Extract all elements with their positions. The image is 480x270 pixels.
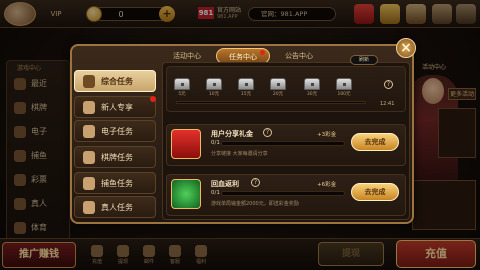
milestone-chest[interactable]: 5元 bbox=[172, 78, 192, 97]
category-label: 捕鱼任务 bbox=[101, 179, 133, 188]
task-progress-text: 0/1 bbox=[211, 140, 220, 146]
tab-label: 活动中心 bbox=[173, 52, 201, 60]
category-general-tasks[interactable]: 综合任务 bbox=[74, 70, 156, 92]
refresh-button[interactable]: 刷新 bbox=[350, 55, 378, 65]
milestone-label: 30元 bbox=[306, 92, 318, 97]
red-envelope-icon bbox=[171, 129, 201, 159]
milestone-chest[interactable]: 100元 bbox=[334, 78, 354, 97]
timer: 12:41 bbox=[380, 101, 395, 107]
task-description: 游戏单局输金额2000元，即送彩金奖励 bbox=[211, 201, 299, 207]
category-label: 电子任务 bbox=[101, 127, 133, 136]
chest-icon bbox=[238, 78, 254, 90]
chest-icon bbox=[336, 78, 352, 90]
milestone-label: 10元 bbox=[208, 92, 220, 97]
milestone-label: 100元 bbox=[337, 92, 351, 97]
user-icon bbox=[83, 101, 95, 114]
go-complete-button[interactable]: 去完成 bbox=[351, 183, 399, 201]
category-fishing-tasks[interactable]: 捕鱼任务 bbox=[74, 172, 156, 194]
category-label: 真人任务 bbox=[101, 203, 133, 212]
cards-icon bbox=[83, 151, 95, 164]
milestone-chest[interactable]: 30元 bbox=[302, 78, 322, 97]
help-icon[interactable]: ? bbox=[263, 128, 272, 137]
milestone-chest[interactable]: 20元 bbox=[268, 78, 288, 97]
task-progress-text: 0/1 bbox=[211, 190, 220, 196]
tab-label: 公告中心 bbox=[285, 52, 313, 60]
go-complete-button[interactable]: 去完成 bbox=[351, 133, 399, 151]
chest-icon bbox=[270, 78, 286, 90]
milestone-label: 5元 bbox=[178, 92, 186, 97]
task-progress-bar bbox=[221, 141, 345, 146]
chest-icon bbox=[304, 78, 320, 90]
milestone-label: 20元 bbox=[272, 92, 284, 97]
dealer-icon bbox=[83, 201, 95, 214]
category-newcomer[interactable]: 新人专享 bbox=[74, 96, 156, 118]
fish-icon bbox=[83, 177, 95, 190]
chest-icon bbox=[174, 78, 190, 90]
task-reward: +3彩金 bbox=[317, 132, 337, 138]
chest-icon bbox=[206, 78, 222, 90]
task-card-rebate: 回血返利 ? +6彩金 0/1 游戏单局输金额2000元，即送彩金奖励 去完成 bbox=[166, 174, 406, 216]
notification-dot bbox=[150, 96, 156, 102]
tab-label: 任务中心 bbox=[229, 53, 257, 61]
notification-dot bbox=[260, 50, 265, 55]
task-title: 用户分享礼金 bbox=[211, 130, 253, 138]
task-card-share: 用户分享礼金 ? +3彩金 0/1 分享链接 大家每邀请分享 去完成 bbox=[166, 124, 406, 166]
rebate-icon bbox=[171, 179, 201, 209]
slot-icon bbox=[83, 125, 95, 138]
category-label: 新人专享 bbox=[101, 103, 133, 112]
help-icon[interactable]: ? bbox=[384, 80, 393, 89]
milestone-chest[interactable]: 10元 bbox=[204, 78, 224, 97]
milestone-chest[interactable]: 15元 bbox=[236, 78, 256, 97]
list-icon bbox=[83, 75, 95, 88]
close-icon[interactable]: × bbox=[396, 38, 416, 58]
task-reward: +6彩金 bbox=[317, 182, 337, 188]
category-slot-tasks[interactable]: 电子任务 bbox=[74, 120, 156, 142]
category-label: 棋牌任务 bbox=[101, 153, 133, 162]
task-description: 分享链接 大家每邀请分享 bbox=[211, 151, 268, 157]
milestone-label: 15元 bbox=[240, 92, 252, 97]
category-label: 综合任务 bbox=[101, 77, 133, 86]
help-icon[interactable]: ? bbox=[251, 178, 260, 187]
game-lobby-screen: VIP 0 + 981 官方网站 981.APP 官网：981.APP 游戏中心… bbox=[0, 0, 480, 270]
task-progress-bar bbox=[221, 191, 345, 196]
category-live-tasks[interactable]: 真人任务 bbox=[74, 196, 156, 218]
task-title: 回血返利 bbox=[211, 180, 239, 188]
milestone-progress-bar bbox=[176, 101, 366, 104]
category-card-tasks[interactable]: 棋牌任务 bbox=[74, 146, 156, 168]
